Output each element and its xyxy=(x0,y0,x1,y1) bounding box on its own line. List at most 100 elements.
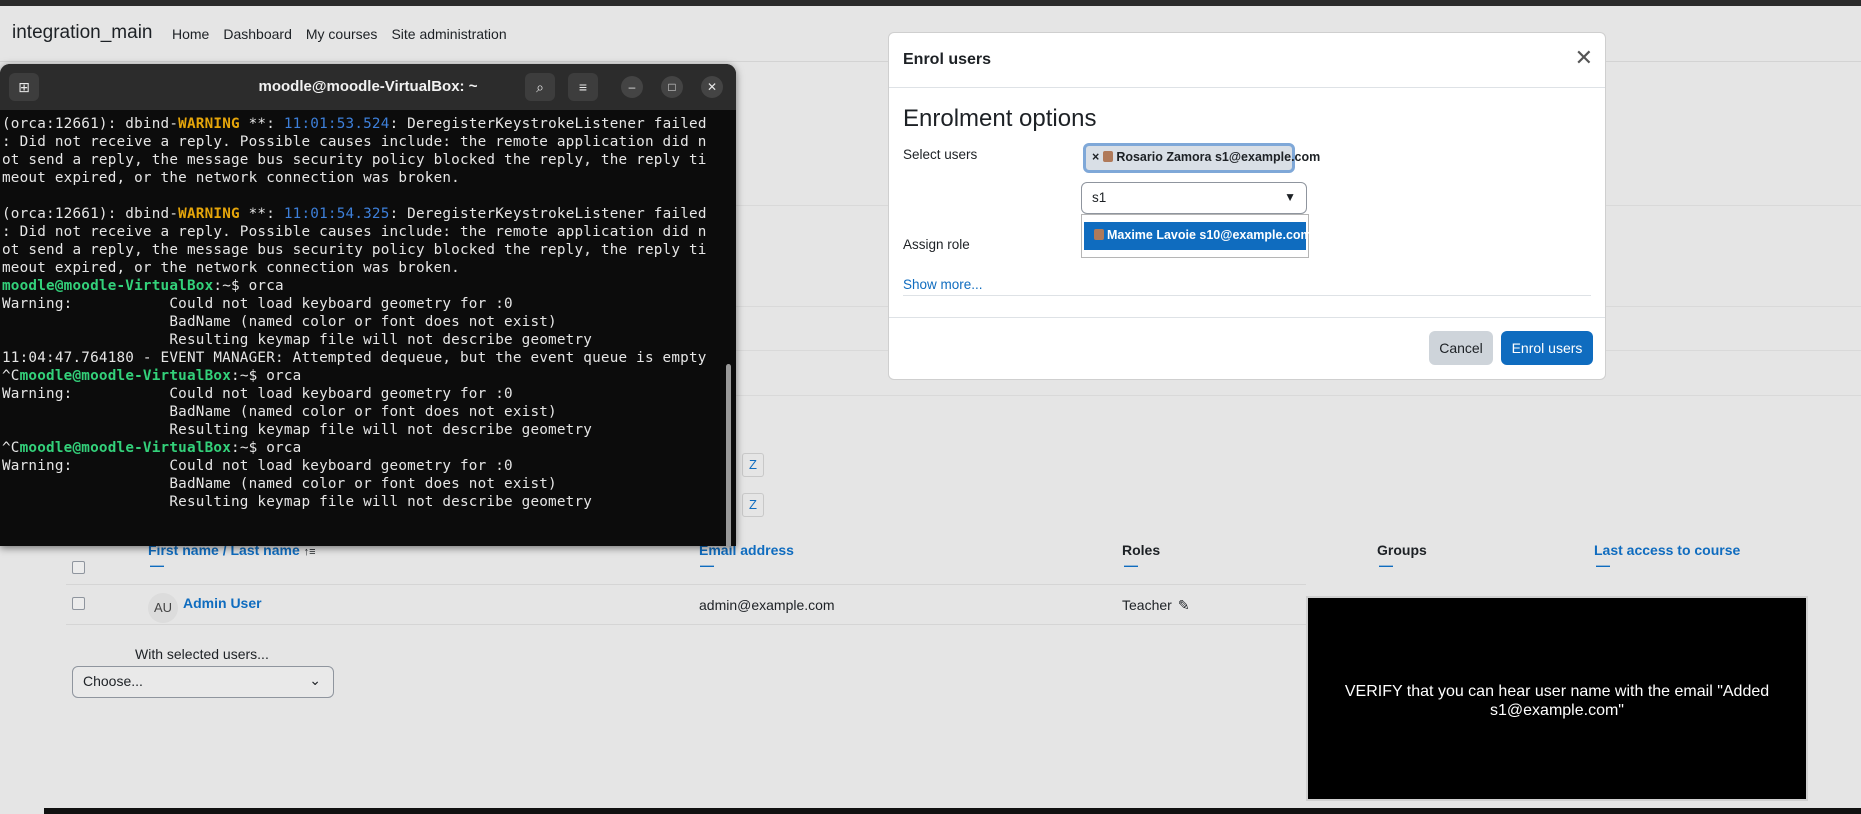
terminal-text: ^C xyxy=(2,440,20,456)
collapse-groups-icon[interactable]: — xyxy=(1379,557,1393,573)
user-suggestions: Maxime Lavoie s10@example.com xyxy=(1081,214,1312,258)
enrol-users-button[interactable]: Enrol users xyxy=(1501,331,1593,365)
primary-navigation: Home Dashboard My courses Site administr… xyxy=(172,26,507,42)
collapse-roles-icon[interactable]: — xyxy=(1124,557,1138,573)
terminal-text: Warning: Could not load keyboard geometr… xyxy=(2,458,513,474)
terminal-line: : Did not receive a reply. Possible caus… xyxy=(2,223,724,241)
terminal-titlebar[interactable]: ⊞ moodle@moodle-VirtualBox: ~ ⌕ ≡ – □ ✕ xyxy=(0,64,736,110)
terminal-line: : Did not receive a reply. Possible caus… xyxy=(2,133,724,151)
close-icon[interactable]: ✕ xyxy=(701,76,723,98)
avatar: AU xyxy=(148,593,178,623)
enrolment-options-heading: Enrolment options xyxy=(903,105,1097,132)
terminal-line: BadName (named color or font does not ex… xyxy=(2,313,724,331)
terminal-scrollbar[interactable] xyxy=(726,364,731,546)
close-icon[interactable]: ✕ xyxy=(1575,45,1593,71)
user-search-value: s1 xyxy=(1092,190,1107,205)
terminal-line: meout expired, or the network connection… xyxy=(2,169,724,187)
sort-asc-icon: ↑≡ xyxy=(303,546,316,558)
header-groups: Groups xyxy=(1377,542,1427,558)
chevron-down-icon: ⌄ xyxy=(309,672,321,688)
user-search-input[interactable]: s1 ▼ xyxy=(1081,182,1307,214)
user-picture-icon xyxy=(1103,151,1114,162)
terminal-text: : DeregisterKeystrokeListener failed xyxy=(389,206,707,222)
terminal-text: moodle@moodle-VirtualBox xyxy=(19,440,232,456)
remove-icon[interactable]: × xyxy=(1092,150,1099,164)
dialog-header: Enrol users ✕ xyxy=(889,33,1605,88)
dropdown-caret-icon[interactable]: ▼ xyxy=(1284,190,1296,204)
terminal-line: Warning: Could not load keyboard geometr… xyxy=(2,385,724,403)
terminal-text: :~$ orca xyxy=(213,278,284,294)
row-checkbox[interactable] xyxy=(72,597,85,610)
collapse-name-icon[interactable]: — xyxy=(150,557,164,573)
pencil-icon[interactable]: ✎ xyxy=(1178,597,1190,614)
terminal-text: moodle@moodle-VirtualBox xyxy=(2,278,214,294)
bulk-action-select[interactable]: Choose... ⌄ xyxy=(72,666,334,698)
dialog-footer-divider xyxy=(889,317,1605,318)
header-last-access[interactable]: Last access to course xyxy=(1594,542,1740,558)
terminal-text: Resulting keymap file will not describe … xyxy=(2,422,593,438)
select-all-checkbox[interactable] xyxy=(72,561,85,574)
with-selected-label: With selected users... xyxy=(135,646,269,662)
verify-instruction-text: VERIFY that you can hear user name with … xyxy=(1344,683,1770,719)
collapse-last-access-icon[interactable]: — xyxy=(1596,557,1610,573)
terminal-text: ot send a reply, the message bus securit… xyxy=(2,152,707,168)
terminal-text: meout expired, or the network connection… xyxy=(2,170,460,186)
collapse-email-icon[interactable]: — xyxy=(700,557,714,573)
cancel-button[interactable]: Cancel xyxy=(1429,331,1493,365)
user-name-link[interactable]: Admin User xyxy=(183,595,262,611)
terminal-line: BadName (named color or font does not ex… xyxy=(2,403,724,421)
terminal-line: (orca:12661): dbind-WARNING **: 11:01:53… xyxy=(2,115,724,133)
row-divider xyxy=(66,624,1306,625)
select-users-label: Select users xyxy=(903,147,978,162)
terminal-line: ^Cmoodle@moodle-VirtualBox:~$ orca xyxy=(2,367,724,385)
terminal-text: 11:04:47.764180 - EVENT MANAGER: Attempt… xyxy=(2,350,707,366)
terminal-line: Resulting keymap file will not describe … xyxy=(2,421,724,439)
nav-site-administration[interactable]: Site administration xyxy=(391,26,506,42)
user-role-text: Teacher xyxy=(1122,597,1172,613)
nav-my-courses[interactable]: My courses xyxy=(306,26,378,42)
terminal-line: Warning: Could not load keyboard geometr… xyxy=(2,457,724,475)
terminal-text: Warning: Could not load keyboard geometr… xyxy=(2,386,513,402)
nav-dashboard[interactable]: Dashboard xyxy=(223,26,292,42)
terminal-output[interactable]: (orca:12661): dbind-WARNING **: 11:01:53… xyxy=(2,115,724,543)
firstname-filter-z[interactable]: Z xyxy=(742,493,764,517)
selected-user-chip[interactable]: × Rosario Zamora s1@example.com xyxy=(1083,143,1320,173)
search-icon[interactable]: ⌕ xyxy=(525,73,555,101)
terminal-line: moodle@moodle-VirtualBox:~$ orca xyxy=(2,277,724,295)
terminal-line: Warning: Could not load keyboard geometr… xyxy=(2,295,724,313)
terminal-text: WARNING xyxy=(178,116,240,132)
terminal-text: (orca:12661): dbind- xyxy=(2,116,179,132)
minimize-icon[interactable]: – xyxy=(621,76,643,98)
dialog-title: Enrol users xyxy=(903,51,992,68)
hamburger-menu-icon[interactable]: ≡ xyxy=(568,73,598,101)
site-brand[interactable]: integration_main xyxy=(12,22,152,44)
lastname-filter-z[interactable]: Z xyxy=(742,453,764,477)
selected-user-label: Rosario Zamora s1@example.com xyxy=(1116,150,1321,164)
row-divider xyxy=(66,584,1306,585)
maximize-icon[interactable]: □ xyxy=(661,76,683,98)
terminal-window: ⊞ moodle@moodle-VirtualBox: ~ ⌕ ≡ – □ ✕ … xyxy=(0,64,736,546)
terminal-text: (orca:12661): dbind- xyxy=(2,206,179,222)
user-role: Teacher ✎ xyxy=(1122,597,1190,614)
terminal-line: Resulting keymap file will not describe … xyxy=(2,331,724,349)
terminal-text: **: xyxy=(239,206,284,222)
terminal-text: Resulting keymap file will not describe … xyxy=(2,494,593,510)
bottom-bar xyxy=(44,808,1861,814)
terminal-line: (orca:12661): dbind-WARNING **: 11:01:54… xyxy=(2,205,724,223)
suggestion-label: Maxime Lavoie s10@example.com xyxy=(1107,228,1312,242)
terminal-text: WARNING xyxy=(178,206,240,222)
terminal-text: ^C xyxy=(2,368,20,384)
terminal-text: : DeregisterKeystrokeListener failed xyxy=(389,116,707,132)
terminal-text: : Did not receive a reply. Possible caus… xyxy=(2,224,707,240)
show-more-link[interactable]: Show more... xyxy=(903,277,983,292)
assign-role-label: Assign role xyxy=(903,237,970,252)
page-divider xyxy=(736,395,1861,396)
nav-home[interactable]: Home xyxy=(172,26,209,42)
terminal-line: ot send a reply, the message bus securit… xyxy=(2,151,724,169)
verify-instruction-panel: VERIFY that you can hear user name with … xyxy=(1306,596,1808,801)
terminal-text: ot send a reply, the message bus securit… xyxy=(2,242,707,258)
terminal-text: meout expired, or the network connection… xyxy=(2,260,460,276)
suggestion-item[interactable]: Maxime Lavoie s10@example.com xyxy=(1084,222,1312,250)
terminal-text: :~$ orca xyxy=(231,368,302,384)
